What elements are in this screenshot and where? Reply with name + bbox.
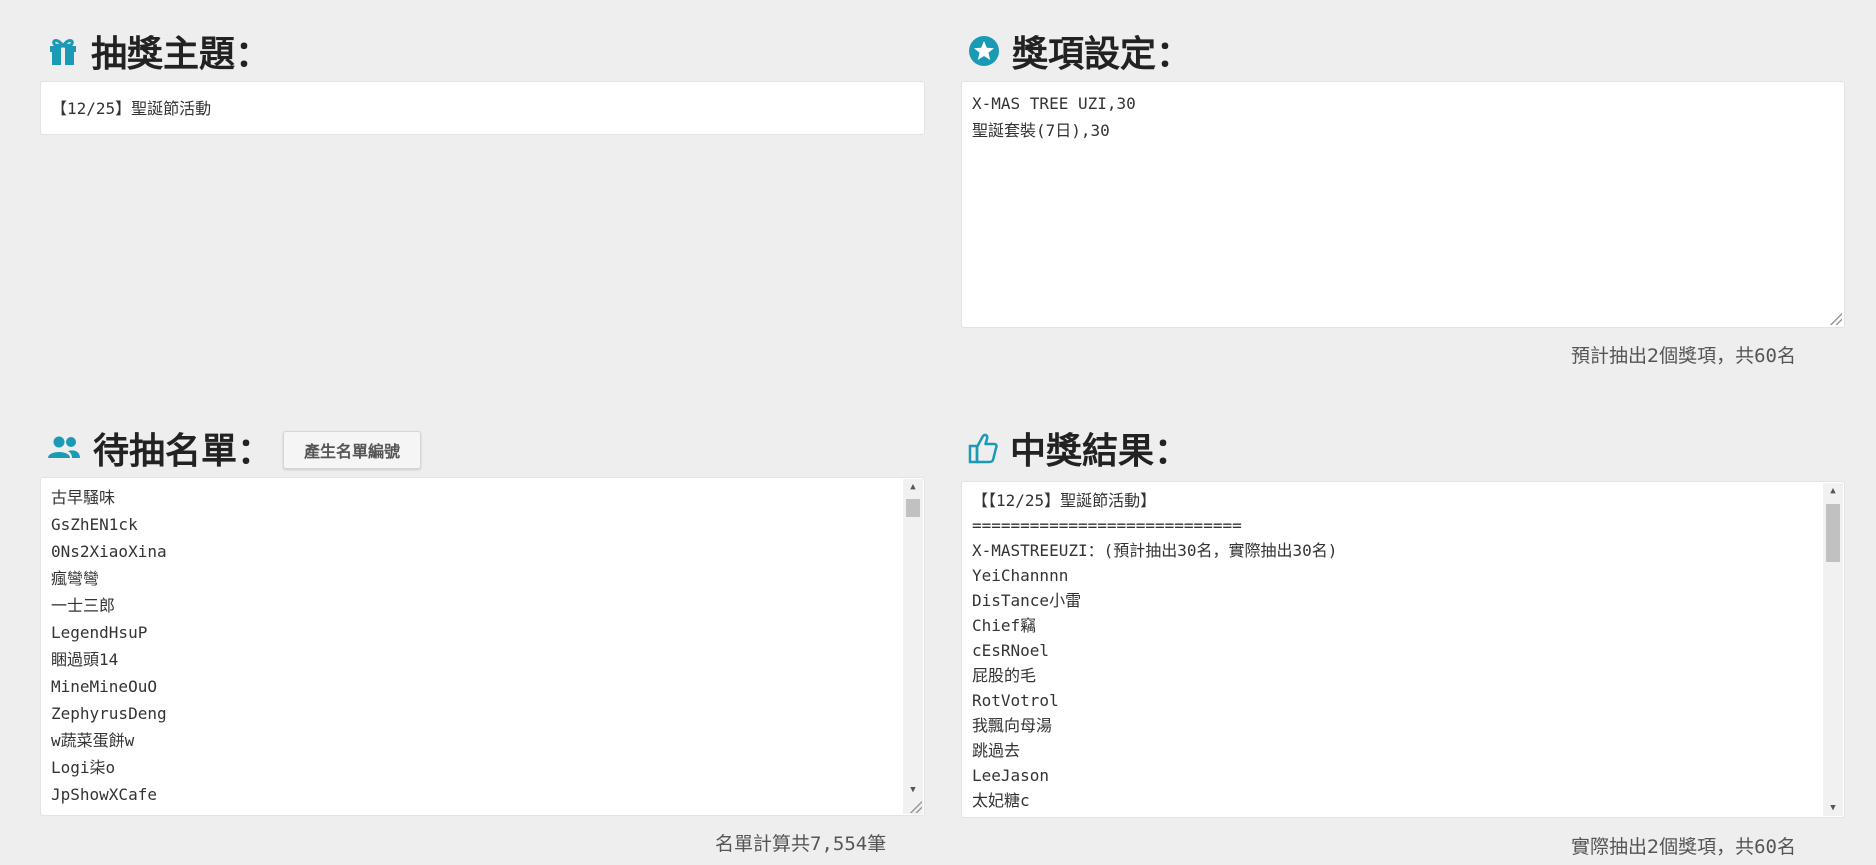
scroll-thumb[interactable] <box>1826 504 1840 562</box>
topic-input[interactable]: 【12/25】聖誕節活動 <box>40 81 925 135</box>
results-scrollbar[interactable]: ▲ ▼ <box>1823 483 1843 816</box>
candidate-line: 古早騷味 <box>51 488 116 507</box>
topic-value: 【12/25】聖誕節活動 <box>51 99 212 118</box>
result-line: 【【12/25】聖誕節活動】 <box>972 491 1157 510</box>
candidate-line: Logi柒o <box>51 758 116 777</box>
scroll-thumb[interactable] <box>906 499 920 517</box>
results-textarea[interactable]: 【【12/25】聖誕節活動】 =========================… <box>961 481 1845 818</box>
topic-heading: 抽獎主題： <box>47 26 271 76</box>
result-line: cEsRNoel <box>972 641 1050 660</box>
result-line: 屁股的毛 <box>972 666 1037 685</box>
result-line: X-MASTREEUZI：(預計抽出30名，實際抽出30名) <box>972 541 1338 560</box>
prizes-textarea[interactable]: X-MAS TREE UZI,30 聖誕套裝(7日),30 <box>961 81 1845 328</box>
result-line: Chief竊 <box>972 616 1037 635</box>
scroll-down-arrow-icon[interactable]: ▼ <box>1823 800 1843 816</box>
gift-icon <box>47 35 79 67</box>
people-icon <box>47 434 81 462</box>
prizes-heading-label: 獎項設定： <box>1012 34 1193 75</box>
result-line: LeeJason <box>972 766 1050 785</box>
prize-line: X-MAS TREE UZI,30 <box>972 94 1136 113</box>
results-actual: 實際抽出2個獎項，共60名 <box>1571 836 1796 858</box>
candidate-line: 0Ns2XiaoXina <box>51 542 167 561</box>
thumbs-up-icon <box>968 432 998 464</box>
result-line: RotVotrol <box>972 691 1059 710</box>
candidate-line: 睏過頭14 <box>51 650 119 669</box>
resize-handle[interactable] <box>1830 313 1842 325</box>
result-line: ============================ <box>972 516 1242 535</box>
prizes-estimate: 預計抽出2個獎項，共60名 <box>1571 345 1796 367</box>
candidates-heading-label: 待抽名單： <box>93 431 274 472</box>
prize-line: 聖誕套裝(7日),30 <box>972 121 1110 140</box>
prizes-heading: 獎項設定： <box>968 26 1192 76</box>
star-icon <box>968 35 1000 67</box>
results-heading-label: 中獎結果： <box>1010 431 1191 472</box>
result-line: 我飄向母湯 <box>972 716 1053 735</box>
candidate-line: JpShowXCafe <box>51 785 157 804</box>
candidates-count: 名單計算共7,554筆 <box>715 833 887 855</box>
candidate-line: w蔬菜蛋餅w <box>51 731 135 750</box>
result-line: 跳過去 <box>972 741 1021 760</box>
candidates-scrollbar[interactable]: ▲ ▼ <box>903 479 923 814</box>
candidates-textarea[interactable]: 古早騷味 GsZhEN1ck 0Ns2XiaoXina 瘋彎彎 一士三郎 Leg… <box>40 477 925 816</box>
result-line: YeiChannnn <box>972 566 1069 585</box>
candidate-line: ZephyrusDeng <box>51 704 167 723</box>
candidate-line: 瘋彎彎 <box>51 569 100 588</box>
candidates-heading: 待抽名單： <box>47 423 273 473</box>
topic-heading-label: 抽獎主題： <box>91 34 272 75</box>
candidate-line: 一士三郎 <box>51 596 116 615</box>
generate-number-button[interactable]: 產生名單編號 <box>283 431 421 469</box>
candidate-line: MineMineOuO <box>51 677 157 696</box>
resize-handle[interactable] <box>910 801 922 813</box>
result-line: 太妃糖c <box>972 791 1030 810</box>
scroll-up-arrow-icon[interactable]: ▲ <box>903 479 923 495</box>
candidate-line: LegendHsuP <box>51 623 148 642</box>
candidate-line: GsZhEN1ck <box>51 515 138 534</box>
scroll-up-arrow-icon[interactable]: ▲ <box>1823 483 1843 499</box>
result-line: DisTance小雷 <box>972 591 1082 610</box>
scroll-down-arrow-icon[interactable]: ▼ <box>903 782 923 798</box>
results-heading: 中獎結果： <box>968 423 1190 473</box>
